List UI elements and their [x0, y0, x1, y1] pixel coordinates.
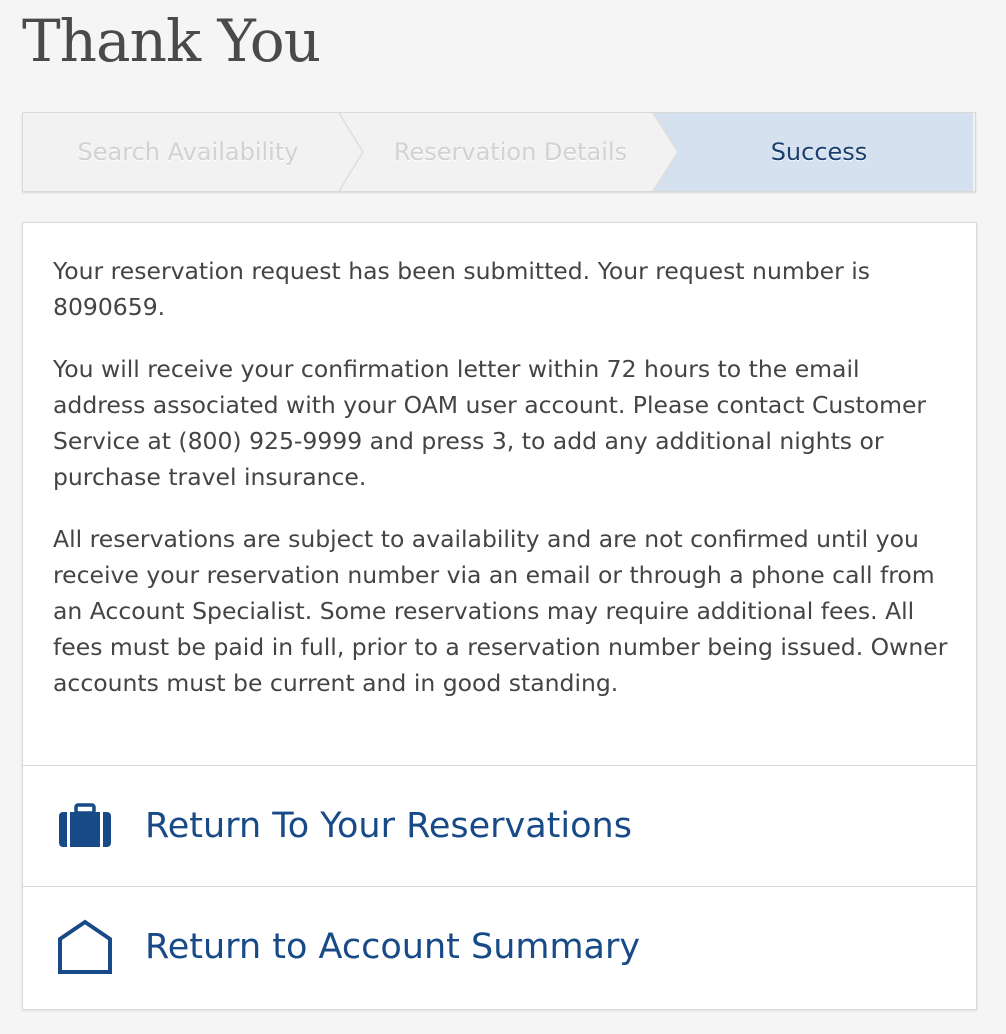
confirmation-letter-text: You will receive your confirmation lette… [53, 355, 927, 491]
step-chevron-divider [338, 113, 679, 191]
availability-disclaimer-text: All reservations are subject to availabi… [53, 525, 948, 697]
confirmation-panel: Your reservation request has been submit… [22, 222, 977, 1010]
suitcase-icon [57, 798, 113, 854]
return-to-reservations-label: Return To Your Reservations [145, 806, 632, 846]
page-title: Thank You [22, 7, 321, 75]
request-submitted-text: Your reservation request has been submit… [53, 257, 871, 321]
return-to-account-summary-label: Return to Account Summary [145, 927, 641, 967]
confirmation-message: Your reservation request has been submit… [53, 253, 953, 727]
return-to-account-summary-link[interactable]: Return to Account Summary [23, 887, 976, 1007]
return-to-reservations-link[interactable]: Return To Your Reservations [23, 766, 976, 886]
house-icon [57, 919, 113, 975]
progress-steps: Search Availability Reservation Details … [22, 112, 976, 192]
